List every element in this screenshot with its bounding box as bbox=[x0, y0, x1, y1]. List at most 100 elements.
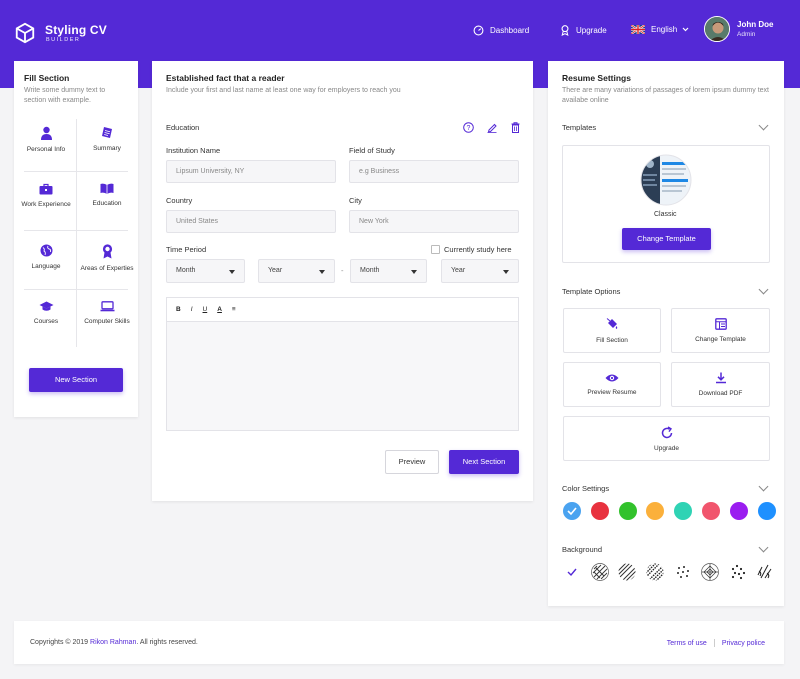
underline-button[interactable]: U bbox=[203, 306, 208, 313]
institution-input[interactable]: Lipsum University, NY bbox=[166, 160, 336, 183]
background-pattern-7[interactable] bbox=[756, 563, 774, 581]
fill-section-title: Fill Section bbox=[24, 73, 70, 83]
currently-study-label: Currently study here bbox=[444, 245, 512, 254]
city-input[interactable]: New York bbox=[349, 210, 519, 233]
color-swatch[interactable] bbox=[702, 502, 720, 520]
template-thumbnail[interactable] bbox=[640, 154, 692, 206]
institution-label: Institution Name bbox=[166, 146, 221, 155]
rich-text-editor[interactable]: B I U A ≡ bbox=[166, 297, 519, 431]
preview-button[interactable]: Preview bbox=[385, 450, 439, 474]
country-input[interactable]: United States bbox=[166, 210, 336, 233]
change-template-option-label: Change Template bbox=[695, 336, 746, 343]
avatar bbox=[704, 16, 730, 42]
background-pattern-3[interactable] bbox=[646, 563, 664, 581]
section-item-language[interactable]: Language bbox=[15, 244, 77, 271]
start-year-select[interactable]: Year bbox=[258, 259, 335, 283]
text-color-button[interactable]: A bbox=[217, 306, 222, 313]
cube-icon bbox=[15, 22, 35, 44]
city-label: City bbox=[349, 196, 362, 205]
help-icon[interactable]: ? bbox=[463, 122, 474, 133]
globe-icon bbox=[40, 244, 52, 257]
template-name: Classic bbox=[654, 211, 677, 218]
trash-icon[interactable] bbox=[511, 122, 520, 133]
color-swatch[interactable] bbox=[563, 502, 581, 520]
section-item-areas-of-experties[interactable]: Areas of Experties bbox=[76, 244, 138, 273]
end-year-select[interactable]: Year bbox=[441, 259, 519, 283]
list-button[interactable]: ≡ bbox=[232, 306, 236, 313]
color-swatch[interactable] bbox=[729, 502, 748, 520]
preview-resume-option-label: Preview Resume bbox=[587, 389, 637, 396]
start-month-select[interactable]: Month bbox=[166, 259, 245, 283]
section-item-summary[interactable]: Summary bbox=[76, 126, 138, 153]
nav-dashboard[interactable]: Dashboard bbox=[473, 25, 529, 36]
template-options-header[interactable]: Template Options bbox=[562, 287, 620, 296]
section-item-education[interactable]: Education bbox=[76, 183, 138, 208]
edit-icon[interactable] bbox=[487, 122, 497, 133]
color-swatch[interactable] bbox=[757, 502, 776, 520]
change-template-button[interactable]: Change Template bbox=[622, 228, 711, 250]
templates-header[interactable]: Templates bbox=[562, 123, 596, 132]
dashboard-icon bbox=[473, 25, 484, 36]
color-swatch[interactable] bbox=[618, 502, 637, 520]
award-icon bbox=[561, 25, 569, 36]
check-icon bbox=[567, 568, 577, 577]
section-item-label: Computer Skills bbox=[84, 318, 130, 325]
background-pattern-5[interactable] bbox=[701, 563, 719, 581]
field-of-study-input[interactable]: e.g Business bbox=[349, 160, 519, 183]
uk-flag-icon bbox=[631, 25, 645, 34]
nav-upgrade[interactable]: Upgrade bbox=[560, 25, 607, 36]
fill-section-option[interactable]: Fill Section bbox=[563, 308, 661, 353]
section-item-label: Education bbox=[92, 200, 122, 207]
background-pattern-6[interactable] bbox=[729, 563, 747, 581]
user-name: John Doe bbox=[737, 20, 774, 29]
document-icon bbox=[101, 127, 112, 138]
next-section-button[interactable]: Next Section bbox=[449, 450, 519, 474]
user-menu[interactable]: John Doe Admin bbox=[704, 16, 773, 42]
privacy-link[interactable]: Privacy police bbox=[722, 640, 765, 647]
author-link[interactable]: Rikon Rahman bbox=[90, 639, 136, 646]
color-swatch[interactable] bbox=[590, 502, 609, 520]
background-pattern-1[interactable] bbox=[591, 563, 609, 581]
brand-logo[interactable]: Styling CV BUILDER bbox=[14, 22, 107, 44]
range-separator: - bbox=[341, 266, 344, 275]
section-item-courses[interactable]: Courses bbox=[15, 301, 77, 326]
nav-upgrade-label: Upgrade bbox=[576, 26, 607, 35]
preview-resume-option[interactable]: Preview Resume bbox=[563, 362, 661, 407]
section-item-label: Personal Info bbox=[26, 146, 66, 153]
change-template-option[interactable]: Change Template bbox=[671, 308, 770, 353]
fill-section-subtitle: Write some dummy text to section with ex… bbox=[24, 87, 106, 104]
section-item-computer-skills[interactable]: Computer Skills bbox=[76, 301, 138, 326]
end-month-select[interactable]: Month bbox=[350, 259, 427, 283]
download-pdf-option[interactable]: Download PDF bbox=[671, 362, 770, 407]
currently-study-checkbox[interactable] bbox=[431, 245, 440, 254]
section-item-label: Work Experience bbox=[21, 201, 71, 208]
color-settings-header[interactable]: Color Settings bbox=[562, 484, 609, 493]
section-item-personal-info[interactable]: Personal Info bbox=[15, 126, 77, 154]
background-header[interactable]: Background bbox=[562, 545, 602, 554]
time-period-label: Time Period bbox=[166, 245, 207, 254]
divider bbox=[24, 289, 128, 290]
new-section-button[interactable]: New Section bbox=[29, 368, 123, 392]
brand-subtitle: BUILDER bbox=[46, 37, 81, 43]
chevron-down-icon bbox=[682, 27, 689, 32]
bold-button[interactable]: B bbox=[176, 306, 181, 313]
copyright-suffix: . All rights reserved. bbox=[136, 639, 198, 646]
background-pattern-4[interactable] bbox=[674, 563, 692, 581]
upgrade-option[interactable]: Upgrade bbox=[563, 416, 770, 461]
award-icon bbox=[102, 244, 112, 259]
user-role: Admin bbox=[737, 31, 756, 38]
language-selector[interactable]: English bbox=[631, 25, 689, 34]
caret-down-icon bbox=[319, 270, 325, 274]
caret-down-icon bbox=[503, 270, 509, 274]
italic-button[interactable]: I bbox=[191, 306, 193, 313]
graduation-cap-icon bbox=[39, 301, 53, 311]
eye-icon bbox=[605, 374, 619, 382]
background-pattern-2[interactable] bbox=[618, 563, 636, 581]
start-month-value: Month bbox=[176, 267, 196, 274]
caret-down-icon bbox=[229, 270, 235, 274]
section-item-label: Summary bbox=[93, 145, 121, 152]
section-item-work-experience[interactable]: Work Experience bbox=[15, 183, 77, 209]
terms-link[interactable]: Terms of use bbox=[667, 640, 707, 647]
user-icon bbox=[40, 126, 52, 140]
background-pattern-none[interactable] bbox=[563, 563, 581, 581]
